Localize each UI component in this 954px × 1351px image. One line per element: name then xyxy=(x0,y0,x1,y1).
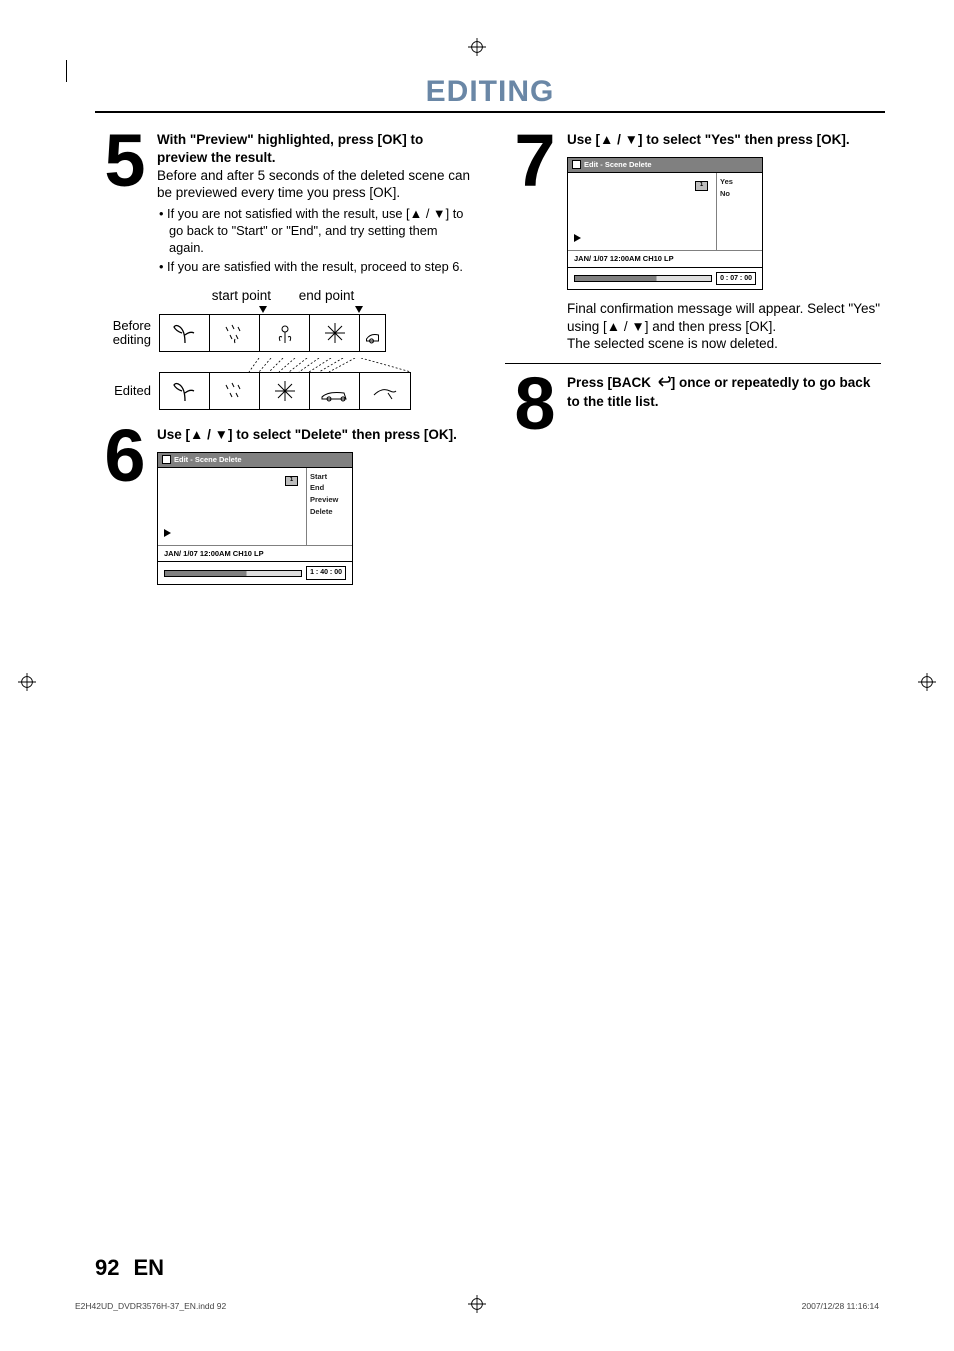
edit-icon xyxy=(572,160,581,169)
dialog-title: Edit - Scene Delete xyxy=(584,160,652,170)
option-preview: Preview xyxy=(310,495,349,505)
footer-filename: E2H42UD_DVDR3576H-37_EN.indd 92 xyxy=(75,1301,226,1311)
end-point-label: end point xyxy=(299,288,355,303)
before-strip xyxy=(159,314,386,352)
play-icon xyxy=(574,234,581,242)
step-5-heading: With "Preview" highlighted, press [OK] t… xyxy=(157,131,471,167)
step-8-heading: Press [BACK ] once or repeatedly to go b… xyxy=(567,374,881,410)
page-content: EDITING 5 With "Preview" highlighted, pr… xyxy=(95,75,885,595)
edited-strip xyxy=(159,372,411,410)
recording-info: JAN/ 1/07 12:00AM CH10 LP xyxy=(568,251,762,268)
right-column: 7 Use [▲ / ▼] to select "Yes" then press… xyxy=(505,131,881,595)
recording-info: JAN/ 1/07 12:00AM CH10 LP xyxy=(158,546,352,563)
snow-icon xyxy=(320,321,350,345)
step-5-body: Before and after 5 seconds of the delete… xyxy=(157,167,471,203)
option-start: Start xyxy=(310,472,349,482)
left-column: 5 With "Preview" highlighted, press [OK]… xyxy=(95,131,471,595)
divider xyxy=(505,363,881,364)
scene-delete-confirm-dialog: Edit - Scene Delete 1 Yes No JAN/ 1/0 xyxy=(567,157,763,290)
step-number: 7 xyxy=(505,131,561,353)
bird-icon xyxy=(370,379,400,403)
step-6-heading: Use [▲ / ▼] to select "Delete" then pres… xyxy=(157,426,471,444)
option-no: No xyxy=(720,189,759,199)
progress-bar xyxy=(574,275,712,282)
step-number: 6 xyxy=(95,426,151,585)
title-underline xyxy=(95,111,885,113)
scene-delete-dialog: Edit - Scene Delete 1 Start End Preview … xyxy=(157,452,353,585)
thumbnail-badge: 1 xyxy=(695,181,708,191)
deletion-slashes xyxy=(159,358,411,372)
seedling-icon xyxy=(170,321,200,345)
before-editing-label: Before editing xyxy=(95,319,151,348)
start-point-label: start point xyxy=(212,288,271,303)
step-8: 8 Press [BACK ] once or repeatedly to go… xyxy=(505,374,881,435)
step-5: 5 With "Preview" highlighted, press [OK]… xyxy=(95,131,471,278)
options-panel: Start End Preview Delete xyxy=(306,468,352,545)
flower-icon xyxy=(270,321,300,345)
registration-mark-bottom xyxy=(468,1295,486,1313)
step-5-bullet-1: If you are not satisfied with the result… xyxy=(157,206,471,257)
page-number: 92EN xyxy=(95,1255,164,1281)
timecode: 1 : 40 : 00 xyxy=(306,566,346,579)
option-delete: Delete xyxy=(310,507,349,517)
step-7-note-1: Final confirmation message will appear. … xyxy=(567,300,881,336)
edit-icon xyxy=(162,455,171,464)
registration-mark-left xyxy=(18,673,36,691)
indicator-arrows xyxy=(261,306,361,314)
dialog-title: Edit - Scene Delete xyxy=(174,455,242,465)
registration-mark-right xyxy=(918,673,936,691)
thumbnail-badge: 1 xyxy=(285,476,298,486)
step-7: 7 Use [▲ / ▼] to select "Yes" then press… xyxy=(505,131,881,353)
crop-mark xyxy=(66,60,67,82)
car-icon xyxy=(360,321,385,345)
edit-diagram: start point end point Before editing xyxy=(95,288,471,410)
step-6: 6 Use [▲ / ▼] to select "Delete" then pr… xyxy=(95,426,471,585)
option-yes: Yes xyxy=(720,177,759,187)
option-end: End xyxy=(310,483,349,493)
edited-label: Edited xyxy=(95,384,151,398)
footer-timestamp: 2007/12/28 11:16:14 xyxy=(802,1301,879,1311)
progress-bar xyxy=(164,570,302,577)
play-icon xyxy=(164,529,171,537)
step-number: 5 xyxy=(95,131,151,278)
registration-mark-top xyxy=(468,38,486,56)
step-5-bullet-2: If you are satisfied with the result, pr… xyxy=(157,259,471,276)
car-icon xyxy=(320,379,350,403)
step-7-note-2: The selected scene is now deleted. xyxy=(567,335,881,353)
step-number: 8 xyxy=(505,374,561,435)
back-return-icon xyxy=(655,375,671,393)
page-title: EDITING xyxy=(95,75,885,109)
timecode: 0 : 07 : 00 xyxy=(716,272,756,285)
options-panel: Yes No xyxy=(716,173,762,250)
step-7-heading: Use [▲ / ▼] to select "Yes" then press [… xyxy=(567,131,881,149)
rain-icon xyxy=(220,321,250,345)
